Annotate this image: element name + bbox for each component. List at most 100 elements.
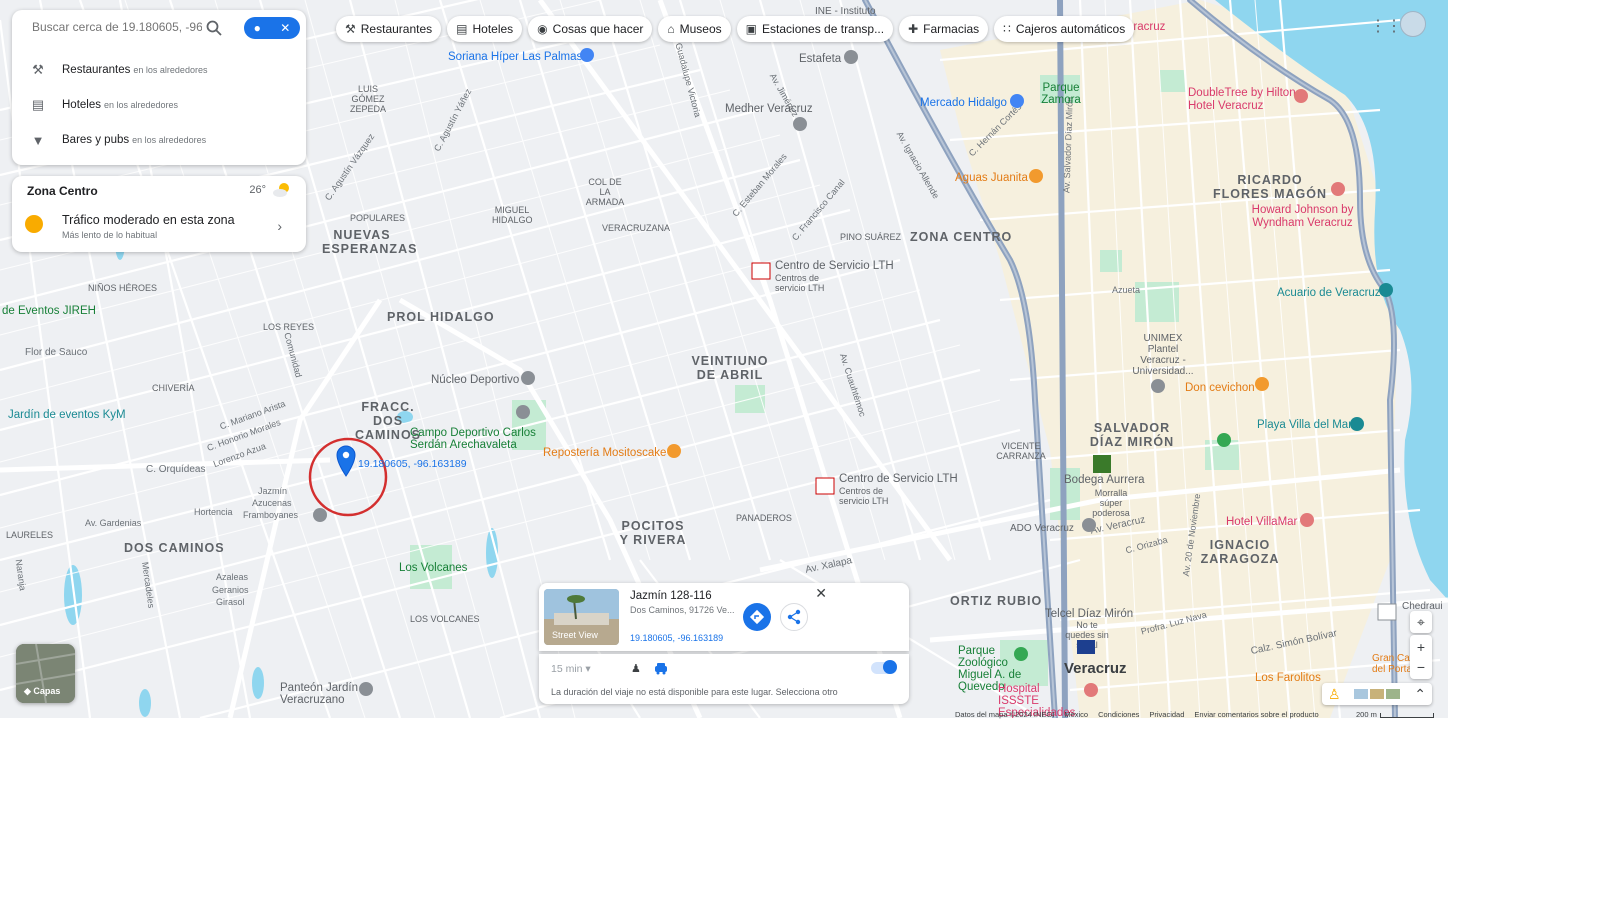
suggestion-hotels[interactable]: ▤ Hoteles en los alrededores [12, 88, 306, 122]
street-view-thumbnail[interactable]: Street View [544, 589, 619, 645]
imagery-thumb-3[interactable] [1386, 689, 1401, 699]
location-filter-button[interactable]: ● ✕ [244, 17, 300, 39]
poi-label[interactable]: Jardín de eventos KyM [8, 409, 126, 421]
traffic-title: Tráfico moderado en esta zona [62, 213, 235, 227]
poi-label[interactable]: Campo Deportivo Carlos Serdán Arechavale… [410, 427, 540, 451]
footer-terms[interactable]: Condiciones [1098, 710, 1139, 719]
travel-time-select[interactable]: 15 min ▾ [551, 663, 591, 675]
footer-country[interactable]: México [1064, 710, 1088, 719]
share-button[interactable] [780, 603, 808, 631]
camera-icon: ◉ [537, 22, 548, 36]
street-label: Framboyanes [243, 510, 299, 520]
traffic-subtitle: Más lento de lo habitual [62, 230, 158, 240]
search-input[interactable] [30, 19, 204, 35]
footer-privacy[interactable]: Privacidad [1149, 710, 1184, 719]
poi-label[interactable]: Bodega Aurrera [1064, 474, 1145, 486]
area-label: RICARDO FLORES MAGÓN [1212, 173, 1328, 201]
street-label: Jazmín [258, 486, 288, 496]
zoom-out-button[interactable]: − [1417, 657, 1425, 677]
scale-label[interactable]: 200 m [1356, 710, 1377, 719]
chip-label: Cosas que hacer [552, 22, 644, 36]
poi-label[interactable]: Centro de Servicio LTH [775, 260, 894, 272]
area-label: ZONA CENTRO [910, 230, 1013, 244]
poi-label[interactable]: UNIMEX Plantel Veracruz - Universidad... [1128, 333, 1198, 377]
small-area-label: CHIVERÍA [152, 383, 195, 393]
chip-label: Cajeros automáticos [1015, 22, 1126, 36]
poi-label[interactable]: Parque Zamora [1040, 82, 1082, 106]
chip-restaurants[interactable]: ⚒ Restaurantes [336, 16, 442, 42]
suggestion-label: Hoteles [62, 99, 101, 111]
traffic-icon [25, 215, 43, 233]
poi-label[interactable]: Aguas Juanita [955, 172, 1028, 184]
street-label: Azueta [1112, 285, 1141, 295]
poi-label[interactable]: Centro de Servicio LTH [839, 473, 958, 485]
poi-label[interactable]: Núcleo Deportivo [431, 374, 519, 386]
avatar[interactable] [1400, 11, 1426, 37]
apps-grid-icon[interactable]: ⋮⋮ [1370, 16, 1402, 36]
area-label: IGNACIO ZARAGOZA [1200, 538, 1280, 566]
suggestion-sub: en los alrededores [132, 135, 207, 145]
suggestion-label: Restaurantes [62, 64, 131, 76]
close-icon[interactable]: ✕ [815, 585, 827, 602]
transit-icon: ▣ [745, 22, 758, 36]
street-label: Flor de Sauco [25, 347, 88, 358]
search-box[interactable]: ● ✕ [12, 10, 306, 46]
poi-label[interactable]: Don cevichon [1185, 382, 1255, 394]
layers-button[interactable]: ◆ Capas [16, 644, 75, 703]
poi-label[interactable]: Playa Villa del Mar [1257, 419, 1352, 431]
small-area-label: MIGUEL HIDALGO [492, 205, 533, 225]
chip-things-to-do[interactable]: ◉ Cosas que hacer [528, 16, 653, 42]
chip-transit[interactable]: ▣ Estaciones de transp... [736, 16, 894, 42]
place-coordinates[interactable]: 19.180605, -96.163189 [630, 633, 723, 643]
poi-label[interactable]: Medher Veracruz [725, 103, 813, 115]
expand-up-icon[interactable]: ⌃ [1414, 686, 1426, 703]
suggestion-restaurants[interactable]: ⚒ Restaurantes en los alrededores [12, 53, 306, 87]
restaurant-icon: ⚒ [345, 22, 356, 36]
street-view-label: Street View [552, 630, 598, 640]
imagery-thumbnails[interactable] [1354, 689, 1401, 699]
hotel-icon: ▤ [456, 22, 468, 36]
street-label: C. Orquídeas [146, 464, 206, 475]
poi-label[interactable]: Los Farolitos [1255, 672, 1321, 684]
chevron-right-icon[interactable]: › [277, 218, 282, 234]
poi-label[interactable]: Soriana Híper Las Palmas [448, 51, 582, 63]
search-icon[interactable] [206, 20, 222, 36]
walking-icon[interactable]: ♟ [631, 662, 641, 675]
pegman-icon[interactable]: ♙ [1328, 686, 1341, 703]
chip-label: Restaurantes [360, 22, 433, 36]
close-icon[interactable]: ✕ [280, 21, 290, 35]
poi-label[interactable]: Los Volcanes [399, 562, 467, 574]
poi-label[interactable]: Howard Johnson by Wyndham Veracruz [1245, 204, 1360, 230]
poi-label[interactable]: Acuario de Veracruz [1277, 287, 1381, 299]
chip-pharmacies[interactable]: ✚ Farmacias [899, 16, 989, 42]
footer-feedback[interactable]: Enviar comentarios sobre el producto [1194, 710, 1318, 719]
my-location-button[interactable]: ⌖ [1410, 611, 1432, 633]
area-label: POCITOS Y RIVERA [619, 519, 687, 547]
chip-hotels[interactable]: ▤ Hoteles [447, 16, 523, 42]
poi-label[interactable]: de Eventos JIREH [2, 305, 96, 317]
directions-button[interactable] [743, 603, 771, 631]
travel-toggle[interactable] [871, 660, 897, 674]
partly-cloudy-icon [273, 183, 289, 197]
poi-label[interactable]: ADO Veracruz [1010, 523, 1074, 534]
poi-label[interactable]: Estafeta [799, 53, 841, 65]
imagery-thumb-2[interactable] [1370, 689, 1385, 699]
scale-bar [1380, 713, 1434, 718]
museum-icon: ⌂ [667, 22, 675, 36]
area-label: DOS CAMINOS [124, 541, 225, 555]
poi-label[interactable]: Mercado Hidalgo [920, 97, 1007, 109]
poi-label[interactable]: Panteón Jardín Veracruzano [280, 682, 370, 706]
poi-label[interactable]: Telcel Díaz Mirón [1045, 608, 1133, 620]
poi-label[interactable]: Hotel VillaMar [1226, 516, 1297, 529]
chip-museums[interactable]: ⌂ Museos [658, 16, 731, 42]
suggestion-bars[interactable]: ▼ Bares y pubs en los alrededores [12, 123, 306, 157]
chip-label: Estaciones de transp... [762, 22, 885, 36]
poi-label[interactable]: Repostería Mositoscake [543, 447, 666, 459]
small-area-label: VERACRUZANA [602, 223, 671, 233]
chip-atms[interactable]: ∷ Cajeros automáticos [994, 16, 1135, 42]
car-icon[interactable] [654, 661, 668, 675]
poi-label[interactable]: DoubleTree by Hilton Hotel Veracruz [1188, 87, 1298, 113]
imagery-thumb-1[interactable] [1354, 689, 1369, 699]
zoom-in-button[interactable]: + [1417, 637, 1425, 657]
dropped-pin-coords[interactable]: 19.180605, -96.163189 [358, 458, 467, 470]
